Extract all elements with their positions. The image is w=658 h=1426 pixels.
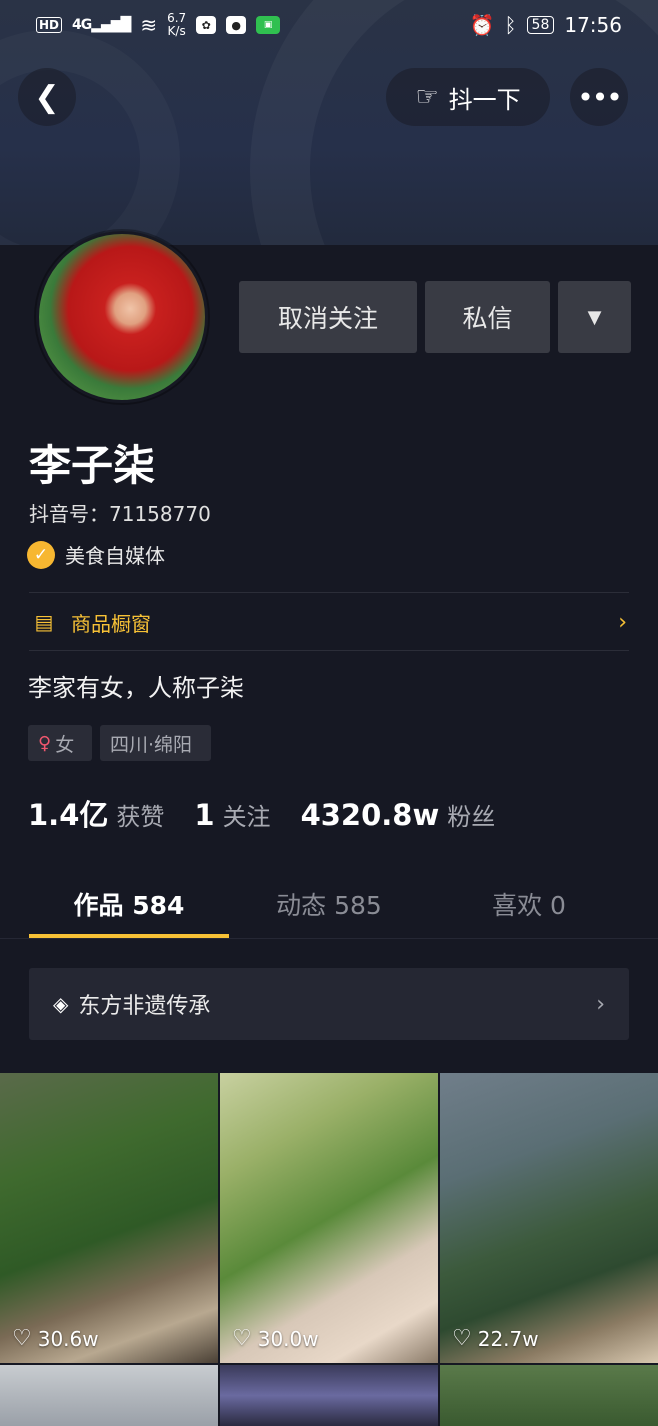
battery-level: 58 — [526, 16, 555, 34]
like-count: 22.7w — [477, 1326, 539, 1351]
gender-label: 女 — [55, 733, 75, 756]
shop-icon: ▤ — [34, 610, 54, 634]
tab-works[interactable]: 作品 584 — [29, 870, 229, 938]
layers-icon: ◈ — [53, 992, 69, 1016]
avatar[interactable] — [36, 231, 208, 403]
likes-label: 获赞 — [116, 803, 165, 831]
female-icon: ♀ — [38, 732, 52, 754]
collection-bar[interactable]: ◈ 东方非遗传承 › — [29, 968, 629, 1040]
chat-bubble-icon: ● — [226, 16, 247, 34]
video-thumbnail[interactable]: ♡ 22.7w — [440, 1073, 658, 1363]
verification-label: 美食自媒体 — [65, 544, 165, 568]
douyin-id: 抖音号：71158770 — [29, 502, 211, 526]
video-thumbnail[interactable] — [440, 1365, 658, 1426]
divider — [29, 650, 629, 651]
shake-button[interactable]: ☞ 抖一下 — [386, 68, 550, 126]
gender-tag: ♀ 女 — [28, 725, 92, 761]
status-left: HD 4G▂▄▆█ ≋ 6.7 K/s ✿ ● ▣ — [36, 11, 281, 38]
tab-posts[interactable]: 动态 585 — [229, 870, 429, 938]
dropdown-button[interactable]: ▼ — [558, 281, 631, 353]
following-count[interactable]: 1 — [194, 798, 214, 832]
wifi-icon: ≋ — [140, 13, 158, 37]
collection-label: 东方非遗传承 — [78, 994, 211, 1019]
heart-icon: ♡ — [452, 1326, 472, 1351]
profile-name: 李子柒 — [29, 441, 156, 490]
video-thumbnail[interactable] — [220, 1365, 438, 1426]
tab-likes[interactable]: 喜欢 0 — [429, 870, 629, 938]
banner-decoration — [0, 30, 180, 245]
like-count: 30.0w — [257, 1326, 319, 1351]
profile-bio: 李家有女，人称子柒 — [28, 674, 244, 702]
shop-window-label: 商品橱窗 — [71, 611, 151, 636]
chevron-left-icon: ❮ — [34, 79, 60, 115]
shake-label: 抖一下 — [448, 85, 521, 114]
chevron-right-icon: › — [618, 609, 627, 635]
followers-label[interactable]: 粉丝 — [447, 797, 495, 832]
verification-badge: ✓ 美食自媒体 — [27, 540, 165, 569]
alarm-icon: ⏰ — [469, 13, 495, 37]
video-likes: ♡ 30.6w — [12, 1326, 99, 1351]
following-label[interactable]: 关注 — [223, 797, 271, 832]
hand-pointing-icon: ☞ — [415, 82, 439, 112]
triangle-down-icon: ▼ — [587, 306, 602, 328]
followers-count[interactable]: 4320.8w — [301, 798, 440, 832]
status-bar: HD 4G▂▄▆█ ≋ 6.7 K/s ✿ ● ▣ ⏰ ᛒ 58 17:56 — [0, 0, 658, 50]
heart-icon: ♡ — [12, 1326, 32, 1351]
video-thumbnail[interactable]: ♡ 30.6w — [0, 1073, 218, 1363]
video-thumbnail[interactable]: ♡ 30.0w — [220, 1073, 438, 1363]
wechat-icon: ✿ — [196, 16, 217, 34]
like-count: 30.6w — [37, 1326, 99, 1351]
status-right: ⏰ ᛒ 58 17:56 — [470, 13, 622, 37]
shop-window-row[interactable]: ▤ 商品橱窗 › — [29, 593, 629, 651]
network-speed: 6.7 K/s — [167, 11, 187, 38]
video-thumbnail[interactable] — [0, 1365, 218, 1426]
bluetooth-icon: ᛒ — [504, 13, 517, 37]
profile-stats: 1.4亿 获赞 1 关注 4320.8w 粉丝 — [28, 792, 495, 834]
more-dots-icon: ••• — [577, 80, 623, 114]
message-button[interactable]: 私信 — [425, 281, 550, 353]
likes-count: 1.4亿 — [28, 798, 109, 832]
unfollow-button[interactable]: 取消关注 — [239, 281, 417, 353]
clock: 17:56 — [564, 13, 622, 37]
app-notification-icon: ▣ — [256, 16, 281, 34]
more-button[interactable]: ••• — [570, 68, 628, 126]
back-button[interactable]: ❮ — [18, 68, 76, 126]
signal-icon: 4G▂▄▆█ — [72, 17, 131, 33]
heart-icon: ♡ — [232, 1326, 252, 1351]
hd-indicator: HD — [36, 17, 63, 33]
video-likes: ♡ 22.7w — [452, 1326, 539, 1351]
tabs-divider — [0, 938, 658, 939]
chevron-right-icon: › — [596, 991, 605, 1017]
video-likes: ♡ 30.0w — [232, 1326, 319, 1351]
check-badge-icon: ✓ — [27, 540, 55, 569]
content-tabs: 作品 584 动态 585 喜欢 0 — [29, 870, 629, 938]
location-tag: 四川·绵阳 — [100, 725, 211, 761]
